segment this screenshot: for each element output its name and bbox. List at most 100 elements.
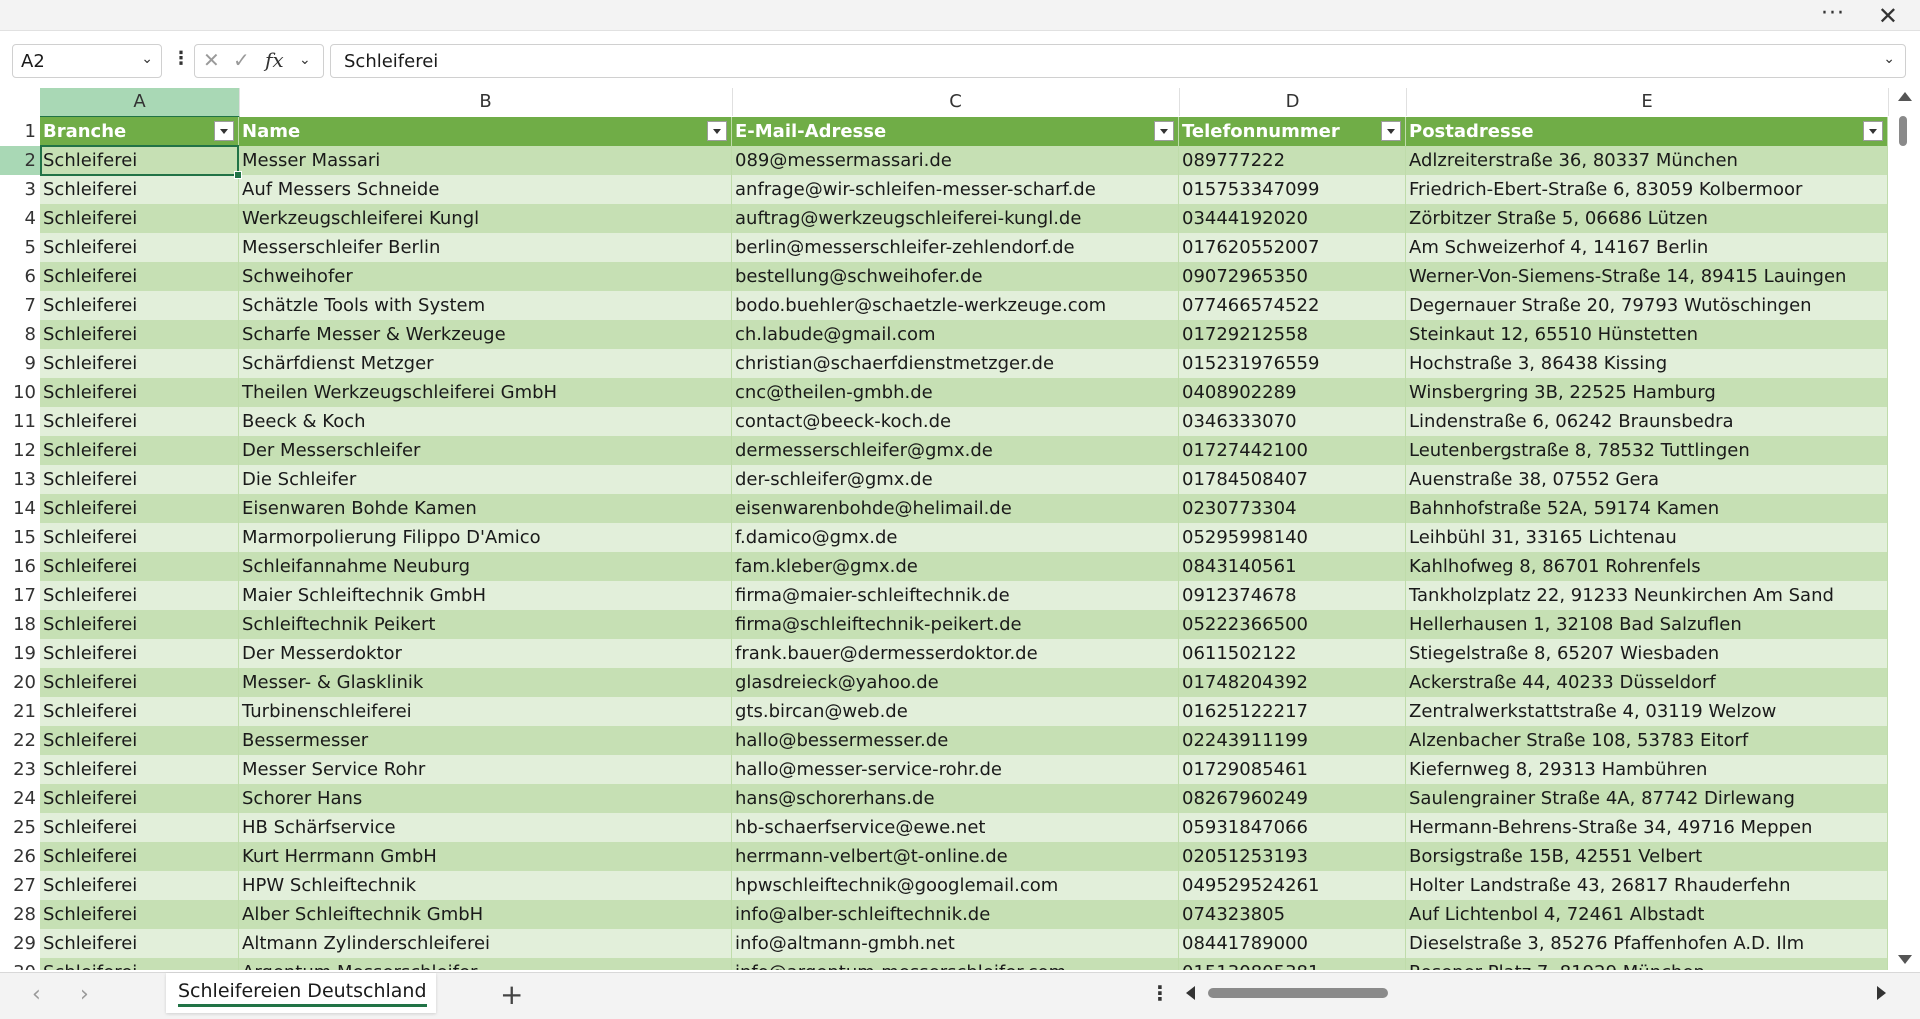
cell-address[interactable]: Leihbühl 31, 33165 Lichtenau xyxy=(1406,523,1888,552)
cell-email[interactable]: berlin@messerschleifer-zehlendorf.de xyxy=(732,233,1179,262)
filter-dropdown-icon[interactable] xyxy=(707,121,727,141)
cell-address[interactable]: Dieselstraße 3, 85276 Pfaffenhofen A.D. … xyxy=(1406,929,1888,958)
table-header-cell[interactable]: Postadresse xyxy=(1406,117,1888,146)
cell-email[interactable]: hpwschleiftechnik@googlemail.com xyxy=(732,871,1179,900)
row-header[interactable]: 17 xyxy=(0,581,40,610)
check-icon[interactable]: ✓ xyxy=(233,48,250,72)
cell-phone[interactable]: 02243911199 xyxy=(1179,726,1406,755)
cell-phone[interactable]: 015130805381 xyxy=(1179,958,1406,970)
cell-name[interactable]: Schleiftechnik Peikert xyxy=(239,610,732,639)
cell-name[interactable]: Schätzle Tools with System xyxy=(239,291,732,320)
column-header-a[interactable]: A xyxy=(40,88,240,118)
cell-address[interactable]: Hochstraße 3, 86438 Kissing xyxy=(1406,349,1888,378)
scroll-thumb[interactable] xyxy=(1208,988,1388,998)
row-header[interactable]: 6 xyxy=(0,262,40,291)
cell-phone[interactable]: 0230773304 xyxy=(1179,494,1406,523)
cell-email[interactable]: 089@messermassari.de xyxy=(732,146,1179,175)
insert-function-icon[interactable]: fx xyxy=(265,48,284,72)
formula-input[interactable]: Schleiferei ⌄ xyxy=(330,44,1906,78)
cell-branche[interactable]: Schleiferei xyxy=(40,407,239,436)
cell-address[interactable]: Adlzreiterstraße 36, 80337 München xyxy=(1406,146,1888,175)
column-header-c[interactable]: C xyxy=(732,88,1180,116)
cell-phone[interactable]: 08441789000 xyxy=(1179,929,1406,958)
row-header[interactable]: 19 xyxy=(0,639,40,668)
cell-branche[interactable]: Schleiferei xyxy=(40,871,239,900)
cell-branche[interactable]: Schleiferei xyxy=(40,929,239,958)
row-header[interactable]: 11 xyxy=(0,407,40,436)
row-header[interactable]: 21 xyxy=(0,697,40,726)
row-header[interactable]: 2 xyxy=(0,146,40,175)
cell-address[interactable]: Rosener Platz 7, 81929 München xyxy=(1406,958,1888,970)
cell-branche[interactable]: Schleiferei xyxy=(40,610,239,639)
row-header[interactable]: 25 xyxy=(0,813,40,842)
cell-branche[interactable]: Schleiferei xyxy=(40,233,239,262)
next-sheet-icon[interactable]: › xyxy=(80,982,89,1007)
cell-email[interactable]: glasdreieck@yahoo.de xyxy=(732,668,1179,697)
more-options-icon[interactable]: ··· xyxy=(1821,1,1845,26)
cell-branche[interactable]: Schleiferei xyxy=(40,465,239,494)
row-header[interactable]: 9 xyxy=(0,349,40,378)
close-icon[interactable]: ✕ xyxy=(1878,2,1898,30)
cell-address[interactable]: Tankholzplatz 22, 91233 Neunkirchen Am S… xyxy=(1406,581,1888,610)
cell-email[interactable]: auftrag@werkzeugschleiferei-kungl.de xyxy=(732,204,1179,233)
scroll-left-icon[interactable] xyxy=(1186,986,1195,1000)
cell-name[interactable]: Die Schleifer xyxy=(239,465,732,494)
column-header-e[interactable]: E xyxy=(1406,88,1889,116)
row-header[interactable]: 20 xyxy=(0,668,40,697)
cell-email[interactable]: hallo@bessermesser.de xyxy=(732,726,1179,755)
cell-phone[interactable]: 0912374678 xyxy=(1179,581,1406,610)
row-header[interactable]: 16 xyxy=(0,552,40,581)
cell-email[interactable]: firma@schleiftechnik-peikert.de xyxy=(732,610,1179,639)
cell-email[interactable]: christian@schaerfdienstmetzger.de xyxy=(732,349,1179,378)
row-header[interactable]: 13 xyxy=(0,465,40,494)
row-header[interactable]: 14 xyxy=(0,494,40,523)
row-header[interactable]: 26 xyxy=(0,842,40,871)
cell-email[interactable]: eisenwarenbohde@helimail.de xyxy=(732,494,1179,523)
previous-sheet-icon[interactable]: ‹ xyxy=(32,982,41,1007)
cell-email[interactable]: ch.labude@gmail.com xyxy=(732,320,1179,349)
cell-email[interactable]: anfrage@wir-schleifen-messer-scharf.de xyxy=(732,175,1179,204)
cell-name[interactable]: Schärfdienst Metzger xyxy=(239,349,732,378)
filter-dropdown-icon[interactable] xyxy=(1863,121,1883,141)
cell-branche[interactable]: Schleiferei xyxy=(40,291,239,320)
cell-address[interactable]: Friedrich-Ebert-Straße 6, 83059 Kolbermo… xyxy=(1406,175,1888,204)
cell-branche[interactable]: Schleiferei xyxy=(40,784,239,813)
chevron-down-icon[interactable]: ⌄ xyxy=(141,51,153,67)
cell-name[interactable]: Der Messerdoktor xyxy=(239,639,732,668)
cell-name[interactable]: Werkzeugschleiferei Kungl xyxy=(239,204,732,233)
cell-name[interactable]: Messer Service Rohr xyxy=(239,755,732,784)
cell-phone[interactable]: 01727442100 xyxy=(1179,436,1406,465)
cell-phone[interactable]: 015231976559 xyxy=(1179,349,1406,378)
cell-address[interactable]: Holter Landstraße 43, 26817 Rhauderfehn xyxy=(1406,871,1888,900)
row-header[interactable]: 30 xyxy=(0,958,40,970)
cell-branche[interactable]: Schleiferei xyxy=(40,204,239,233)
vertical-scrollbar[interactable] xyxy=(1894,88,1914,970)
cell-phone[interactable]: 05222366500 xyxy=(1179,610,1406,639)
cell-address[interactable]: Auenstraße 38, 07552 Gera xyxy=(1406,465,1888,494)
cell-email[interactable]: f.damico@gmx.de xyxy=(732,523,1179,552)
cell-name[interactable]: Maier Schleiftechnik GmbH xyxy=(239,581,732,610)
cell-email[interactable]: herrmann-velbert@t-online.de xyxy=(732,842,1179,871)
cell-branche[interactable]: Schleiferei xyxy=(40,552,239,581)
cell-name[interactable]: Scharfe Messer & Werkzeuge xyxy=(239,320,732,349)
cell-address[interactable]: Auf Lichtenbol 4, 72461 Albstadt xyxy=(1406,900,1888,929)
row-header[interactable]: 7 xyxy=(0,291,40,320)
cell-email[interactable]: contact@beeck-koch.de xyxy=(732,407,1179,436)
cell-branche[interactable]: Schleiferei xyxy=(40,175,239,204)
cell-branche[interactable]: Schleiferei xyxy=(40,813,239,842)
cell-address[interactable]: Steinkaut 12, 65510 Hünstetten xyxy=(1406,320,1888,349)
cell-name[interactable]: Alber Schleiftechnik GmbH xyxy=(239,900,732,929)
horizontal-scrollbar[interactable] xyxy=(1186,981,1886,1005)
cell-email[interactable]: bodo.buehler@schaetzle-werkzeuge.com xyxy=(732,291,1179,320)
row-header[interactable]: 4 xyxy=(0,204,40,233)
cell-branche[interactable]: Schleiferei xyxy=(40,262,239,291)
cell-name[interactable]: Altmann Zylinderschleiferei xyxy=(239,929,732,958)
formula-bar-options-icon[interactable]: ⋮ xyxy=(172,48,190,69)
sheet-tab-active[interactable]: Schleifereien Deutschland xyxy=(166,973,436,1013)
cell-branche[interactable]: Schleiferei xyxy=(40,900,239,929)
cell-name[interactable]: Auf Messers Schneide xyxy=(239,175,732,204)
row-header[interactable]: 18 xyxy=(0,610,40,639)
cell-name[interactable]: Schorer Hans xyxy=(239,784,732,813)
cell-address[interactable]: Winsbergring 3B, 22525 Hamburg xyxy=(1406,378,1888,407)
column-header-d[interactable]: D xyxy=(1179,88,1407,116)
